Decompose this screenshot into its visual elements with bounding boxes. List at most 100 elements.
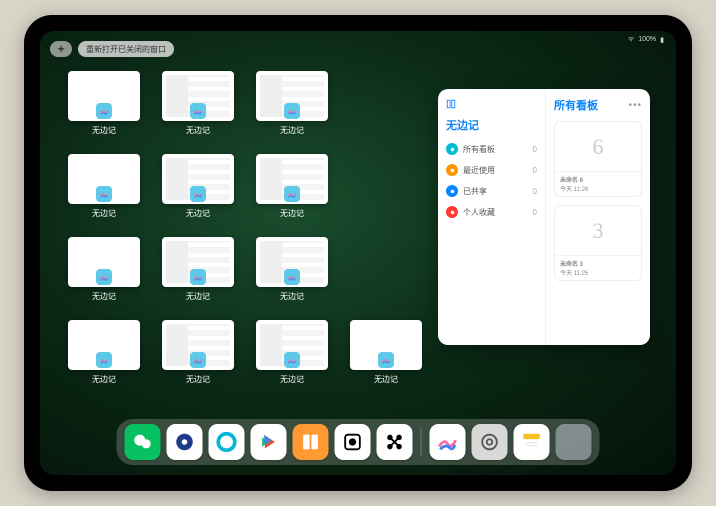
app-window-label: 无边记 [280, 125, 304, 136]
app-window[interactable]: 无边记 [162, 237, 234, 302]
board-card[interactable]: 6 未命名 6今天 11:26 [554, 121, 642, 197]
app-window[interactable]: 无边记 [256, 154, 328, 219]
filter-count: 0 [533, 187, 537, 196]
dock-recent-settings[interactable] [472, 424, 508, 460]
board-meta: 未命名 6今天 11:26 [555, 171, 641, 196]
window-preview [350, 320, 422, 370]
app-window-label: 无边记 [186, 208, 210, 219]
filter-label: 最近使用 [463, 165, 495, 176]
window-preview [256, 154, 328, 204]
window-preview [256, 320, 328, 370]
window-preview [68, 71, 140, 121]
freeform-app-icon [284, 186, 300, 202]
window-preview [162, 237, 234, 287]
board-card[interactable]: 3 未命名 3今天 11:25 [554, 205, 642, 281]
filter-icon [446, 143, 458, 155]
dock-recent-folder[interactable] [556, 424, 592, 460]
app-window[interactable]: 无边记 [256, 320, 328, 385]
freeform-app-icon [378, 352, 394, 368]
app-window-label: 无边记 [374, 374, 398, 385]
top-controls: + 重新打开已关闭的窗口 [50, 41, 174, 57]
filter-item[interactable]: 已共享 0 [446, 185, 537, 197]
dock-app-wechat[interactable] [125, 424, 161, 460]
freeform-app-icon [96, 103, 112, 119]
app-window-label: 无边记 [186, 125, 210, 136]
ipad-frame: ᯤ 100% ▮ + 重新打开已关闭的窗口 无边记 无边记 无边记 [24, 15, 692, 491]
window-preview [68, 237, 140, 287]
panel-section-title: 所有看板 [554, 97, 598, 113]
wifi-icon: ᯤ [628, 35, 634, 44]
battery-icon: ▮ [660, 36, 664, 44]
filter-count: 0 [533, 208, 537, 217]
filter-item[interactable]: 个人收藏 0 [446, 206, 537, 218]
dock [117, 419, 600, 465]
app-window-label: 无边记 [92, 374, 116, 385]
filter-label: 已共享 [463, 186, 487, 197]
window-preview [162, 71, 234, 121]
freeform-app-icon [284, 352, 300, 368]
filter-item[interactable]: 所有看板 0 [446, 143, 537, 155]
freeform-app-icon [190, 269, 206, 285]
more-options-button[interactable]: ••• [628, 100, 642, 111]
app-window-label: 无边记 [280, 208, 304, 219]
dock-app-connect[interactable] [377, 424, 413, 460]
filter-count: 0 [533, 145, 537, 154]
app-window-label: 无边记 [92, 208, 116, 219]
panel-main: 所有看板 ••• 6 未命名 6今天 11:26 3 未命名 3今天 11:25 [546, 89, 650, 345]
dock-recent-freeform[interactable] [430, 424, 466, 460]
app-window-label: 无边记 [280, 291, 304, 302]
freeform-panel: 无边记 所有看板 0 最近使用 0 已共享 0 个人收藏 0 所有看板 ••• [438, 89, 650, 345]
freeform-app-icon [284, 103, 300, 119]
panel-app-title: 无边记 [446, 117, 537, 133]
app-window[interactable]: 无边记 [350, 320, 422, 385]
freeform-app-icon [190, 352, 206, 368]
freeform-app-icon [190, 103, 206, 119]
app-window-label: 无边记 [186, 374, 210, 385]
app-window-label: 无边记 [92, 291, 116, 302]
dock-app-quark-cyan[interactable] [209, 424, 245, 460]
screen: ᯤ 100% ▮ + 重新打开已关闭的窗口 无边记 无边记 无边记 [40, 31, 676, 475]
freeform-app-icon [96, 186, 112, 202]
dock-app-books[interactable] [293, 424, 329, 460]
dock-app-play-video[interactable] [251, 424, 287, 460]
status-bar: ᯤ 100% ▮ [628, 35, 664, 44]
app-window[interactable]: 无边记 [68, 71, 140, 136]
app-window-label: 无边记 [92, 125, 116, 136]
filter-icon [446, 185, 458, 197]
app-window-label: 无边记 [280, 374, 304, 385]
dock-separator [421, 428, 422, 456]
app-switcher-grid: 无边记 无边记 无边记 无边记 无边记 [68, 71, 422, 385]
app-window[interactable]: 无边记 [68, 320, 140, 385]
window-preview [162, 154, 234, 204]
filter-label: 个人收藏 [463, 207, 495, 218]
freeform-app-icon [190, 186, 206, 202]
dock-recent-notes[interactable] [514, 424, 550, 460]
filter-item[interactable]: 最近使用 0 [446, 164, 537, 176]
panel-sidebar: 无边记 所有看板 0 最近使用 0 已共享 0 个人收藏 0 [438, 89, 546, 345]
freeform-app-icon [96, 269, 112, 285]
app-window[interactable]: 无边记 [162, 154, 234, 219]
filter-icon [446, 206, 458, 218]
dock-app-dice[interactable] [335, 424, 371, 460]
app-window[interactable]: 无边记 [162, 320, 234, 385]
app-window[interactable]: 无边记 [256, 71, 328, 136]
filter-label: 所有看板 [463, 144, 495, 155]
board-thumbnail: 3 [555, 206, 641, 255]
window-preview [162, 320, 234, 370]
app-window-label: 无边记 [186, 291, 210, 302]
reopen-closed-window-button[interactable]: 重新打开已关闭的窗口 [78, 41, 174, 57]
sidebar-layout-icon[interactable] [446, 99, 456, 111]
board-meta: 未命名 3今天 11:25 [555, 255, 641, 280]
new-window-button[interactable]: + [50, 41, 72, 57]
freeform-app-icon [284, 269, 300, 285]
window-preview [68, 320, 140, 370]
app-window[interactable]: 无边记 [162, 71, 234, 136]
dock-app-quark-blue[interactable] [167, 424, 203, 460]
app-window[interactable]: 无边记 [256, 237, 328, 302]
window-preview [68, 154, 140, 204]
filter-count: 0 [533, 166, 537, 175]
app-window[interactable]: 无边记 [68, 154, 140, 219]
window-preview [256, 71, 328, 121]
app-window[interactable]: 无边记 [68, 237, 140, 302]
filter-icon [446, 164, 458, 176]
